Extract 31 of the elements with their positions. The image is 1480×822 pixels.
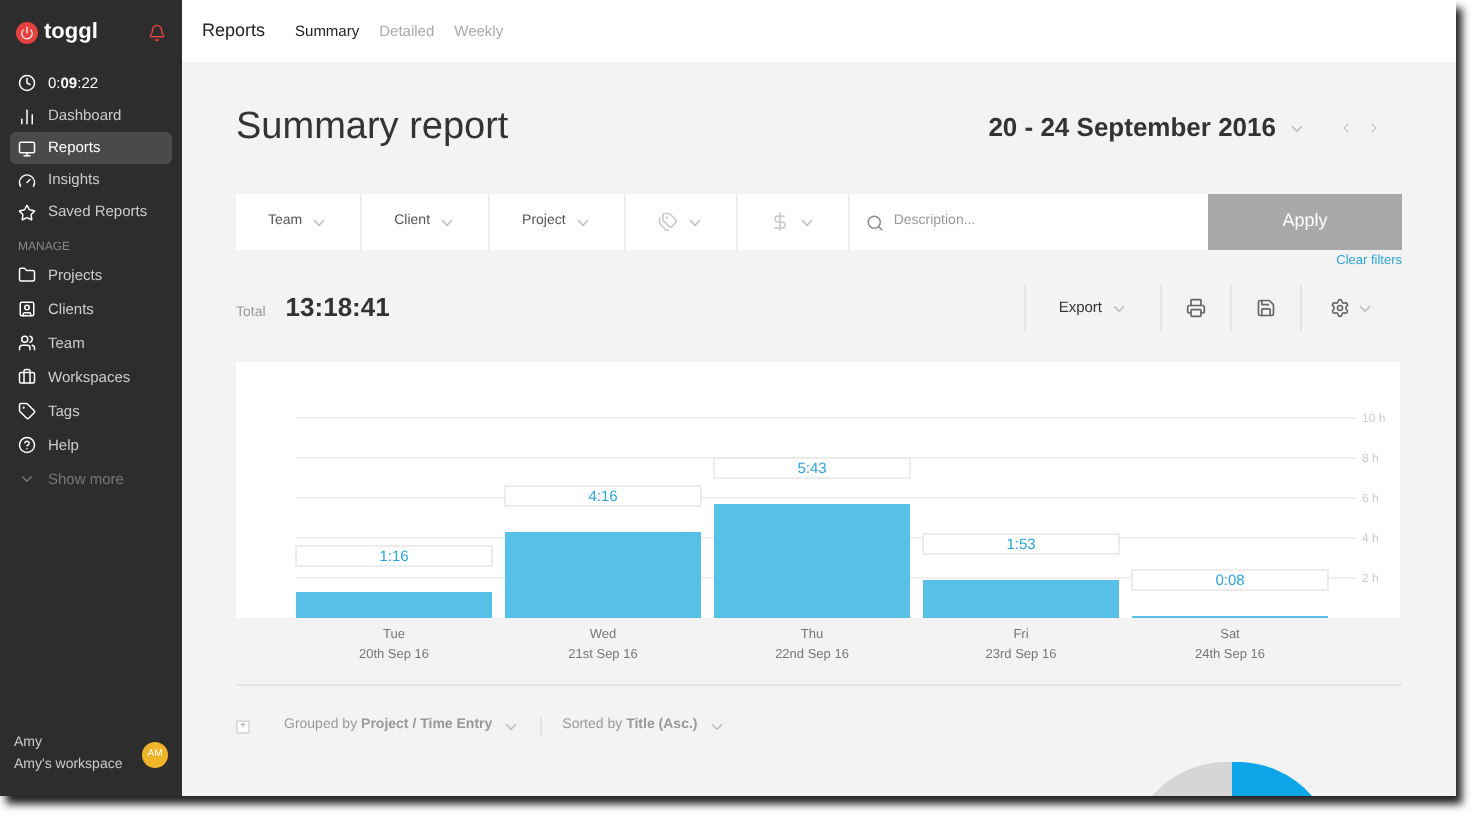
save-icon[interactable] (1256, 298, 1276, 318)
tags-icon (657, 212, 678, 232)
page-heading: Reports (202, 17, 266, 44)
bar-chart-icon (18, 107, 36, 125)
people-icon (18, 334, 36, 352)
folder-icon (18, 266, 36, 284)
bell-icon[interactable] (148, 24, 166, 42)
bar[interactable] (714, 504, 910, 618)
bar[interactable] (923, 580, 1119, 618)
page-title: Summary report (236, 103, 509, 152)
contact-card-icon (18, 300, 36, 318)
print-icon[interactable] (1186, 298, 1206, 318)
total-value: 13:18:41 (285, 290, 390, 327)
gauge-icon (18, 171, 36, 189)
previous-icon[interactable] (1338, 120, 1354, 136)
chevron-icon (18, 470, 36, 488)
search-icon (865, 213, 884, 231)
bar[interactable] (296, 592, 492, 618)
power-logo-icon (16, 22, 38, 44)
logo[interactable]: toggl (44, 16, 98, 50)
settings-icon[interactable] (1330, 298, 1350, 318)
briefcase-icon (18, 368, 36, 386)
monitor-icon (18, 139, 36, 157)
bar[interactable] (505, 532, 701, 618)
date-range[interactable]: 20 - 24 September 2016 (988, 108, 1276, 148)
clock-icon (18, 74, 36, 92)
help-icon (18, 436, 36, 454)
star-icon (18, 203, 36, 221)
next-icon[interactable] (1366, 120, 1382, 136)
tag-icon (18, 402, 36, 420)
dollar-icon (769, 212, 790, 232)
